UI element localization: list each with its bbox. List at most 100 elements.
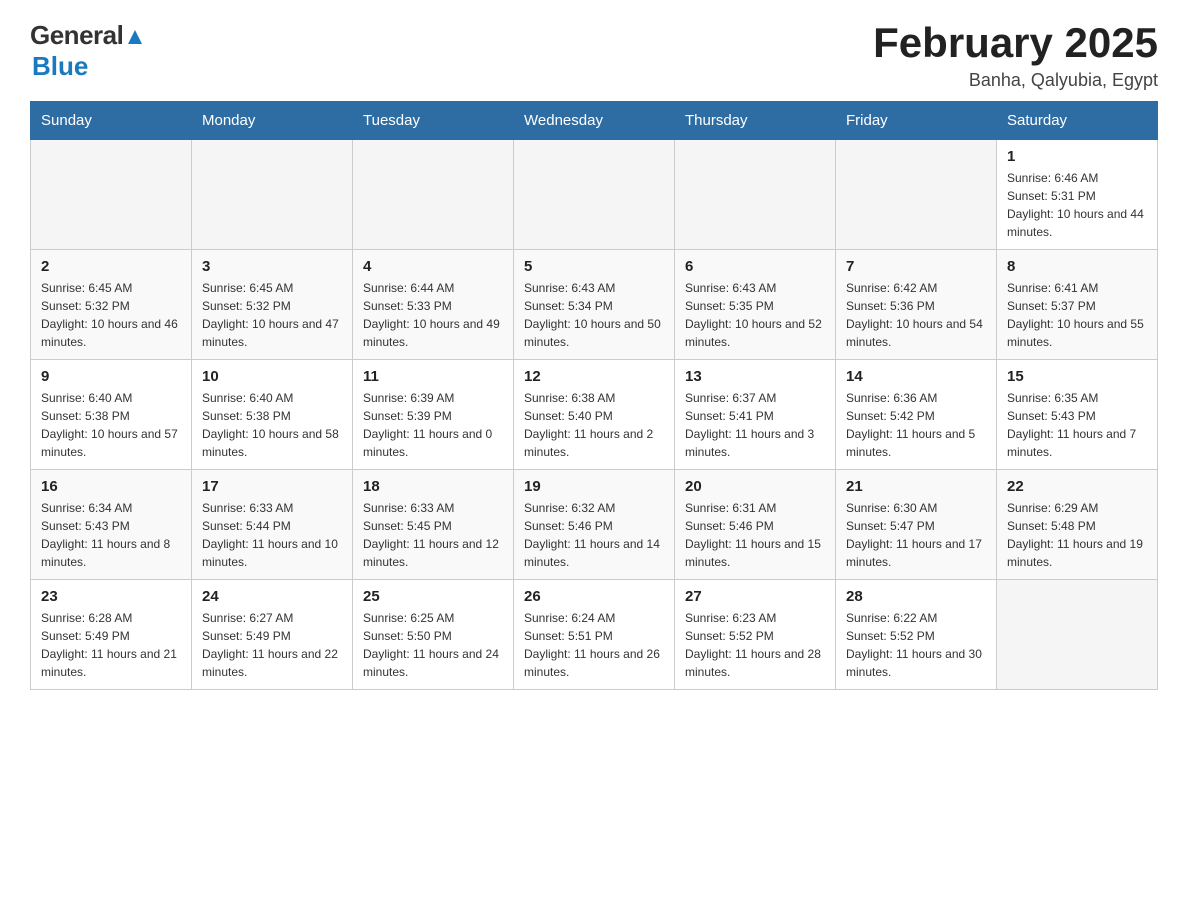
- day-info: Sunrise: 6:35 AMSunset: 5:43 PMDaylight:…: [1007, 389, 1147, 461]
- day-info: Sunrise: 6:34 AMSunset: 5:43 PMDaylight:…: [41, 499, 181, 571]
- day-of-week-header: Monday: [192, 102, 353, 140]
- calendar-week-row: 1 Sunrise: 6:46 AMSunset: 5:31 PMDaylight…: [31, 140, 1158, 250]
- calendar-cell: 15 Sunrise: 6:35 AMSunset: 5:43 PMDayligh…: [997, 360, 1158, 470]
- day-number: 20: [685, 478, 825, 495]
- day-info: Sunrise: 6:28 AMSunset: 5:49 PMDaylight:…: [41, 609, 181, 681]
- calendar-cell: 6Sunrise: 6:43 AMSunset: 5:35 PMDaylight…: [675, 250, 836, 360]
- day-number: 4: [363, 258, 503, 275]
- day-number: 6: [685, 258, 825, 275]
- day-number: 17: [202, 478, 342, 495]
- day-info: Sunrise: 6:40 AMSunset: 5:38 PMDaylight:…: [202, 389, 342, 461]
- logo-general-text: General: [30, 20, 123, 51]
- calendar-header-row: SundayMondayTuesdayWednesdayThursdayFrid…: [31, 102, 1158, 140]
- calendar-cell: 7 Sunrise: 6:42 AMSunset: 5:36 PMDaylight…: [836, 250, 997, 360]
- page-header: General Blue February 2025 Banha, Qalyub…: [30, 20, 1158, 91]
- calendar-cell: 21Sunrise: 6:30 AMSunset: 5:47 PMDayligh…: [836, 470, 997, 580]
- logo-triangle-icon: [124, 26, 146, 48]
- day-info: Sunrise: 6:45 AMSunset: 5:32 PMDaylight:…: [41, 279, 181, 351]
- day-number: 26: [524, 588, 664, 605]
- calendar-title: February 2025: [873, 20, 1158, 66]
- day-number: 13: [685, 368, 825, 385]
- calendar-cell: 1 Sunrise: 6:46 AMSunset: 5:31 PMDaylight…: [997, 140, 1158, 250]
- day-number: 27: [685, 588, 825, 605]
- calendar-week-row: 2 Sunrise: 6:45 AMSunset: 5:32 PMDaylight…: [31, 250, 1158, 360]
- day-of-week-header: Thursday: [675, 102, 836, 140]
- day-info: Sunrise: 6:46 AMSunset: 5:31 PMDaylight:…: [1007, 169, 1147, 241]
- calendar-cell: 16 Sunrise: 6:34 AMSunset: 5:43 PMDayligh…: [31, 470, 192, 580]
- calendar-cell: [192, 140, 353, 250]
- calendar-cell: 28 Sunrise: 6:22 AMSunset: 5:52 PMDayligh…: [836, 580, 997, 690]
- day-number: 12: [524, 368, 664, 385]
- day-number: 7: [846, 258, 986, 275]
- day-number: 25: [363, 588, 503, 605]
- day-info: Sunrise: 6:37 AMSunset: 5:41 PMDaylight:…: [685, 389, 825, 461]
- day-of-week-header: Tuesday: [353, 102, 514, 140]
- calendar-cell: 18Sunrise: 6:33 AMSunset: 5:45 PMDayligh…: [353, 470, 514, 580]
- calendar-cell: 2 Sunrise: 6:45 AMSunset: 5:32 PMDaylight…: [31, 250, 192, 360]
- calendar-cell: 23Sunrise: 6:28 AMSunset: 5:49 PMDayligh…: [31, 580, 192, 690]
- day-number: 19: [524, 478, 664, 495]
- day-info: Sunrise: 6:22 AMSunset: 5:52 PMDaylight:…: [846, 609, 986, 681]
- day-info: Sunrise: 6:44 AMSunset: 5:33 PMDaylight:…: [363, 279, 503, 351]
- calendar-cell: 10Sunrise: 6:40 AMSunset: 5:38 PMDayligh…: [192, 360, 353, 470]
- day-number: 3: [202, 258, 342, 275]
- calendar-cell: [997, 580, 1158, 690]
- day-info: Sunrise: 6:36 AMSunset: 5:42 PMDaylight:…: [846, 389, 986, 461]
- calendar-cell: 9 Sunrise: 6:40 AMSunset: 5:38 PMDaylight…: [31, 360, 192, 470]
- calendar-week-row: 9 Sunrise: 6:40 AMSunset: 5:38 PMDaylight…: [31, 360, 1158, 470]
- day-number: 22: [1007, 478, 1147, 495]
- calendar-table: SundayMondayTuesdayWednesdayThursdayFrid…: [30, 101, 1158, 690]
- day-of-week-header: Friday: [836, 102, 997, 140]
- day-info: Sunrise: 6:31 AMSunset: 5:46 PMDaylight:…: [685, 499, 825, 571]
- calendar-cell: 22Sunrise: 6:29 AMSunset: 5:48 PMDayligh…: [997, 470, 1158, 580]
- day-info: Sunrise: 6:23 AMSunset: 5:52 PMDaylight:…: [685, 609, 825, 681]
- day-info: Sunrise: 6:41 AMSunset: 5:37 PMDaylight:…: [1007, 279, 1147, 351]
- calendar-cell: 20 Sunrise: 6:31 AMSunset: 5:46 PMDayligh…: [675, 470, 836, 580]
- calendar-cell: 4 Sunrise: 6:44 AMSunset: 5:33 PMDaylight…: [353, 250, 514, 360]
- day-number: 9: [41, 368, 181, 385]
- day-number: 18: [363, 478, 503, 495]
- day-info: Sunrise: 6:40 AMSunset: 5:38 PMDaylight:…: [41, 389, 181, 461]
- day-number: 16: [41, 478, 181, 495]
- logo-blue-text: Blue: [32, 51, 88, 81]
- calendar-cell: 26 Sunrise: 6:24 AMSunset: 5:51 PMDayligh…: [514, 580, 675, 690]
- calendar-cell: 3 Sunrise: 6:45 AMSunset: 5:32 PMDaylight…: [192, 250, 353, 360]
- day-info: Sunrise: 6:42 AMSunset: 5:36 PMDaylight:…: [846, 279, 986, 351]
- day-info: Sunrise: 6:45 AMSunset: 5:32 PMDaylight:…: [202, 279, 342, 351]
- day-info: Sunrise: 6:24 AMSunset: 5:51 PMDaylight:…: [524, 609, 664, 681]
- day-number: 2: [41, 258, 181, 275]
- calendar-cell: 13 Sunrise: 6:37 AMSunset: 5:41 PMDayligh…: [675, 360, 836, 470]
- calendar-cell: 27 Sunrise: 6:23 AMSunset: 5:52 PMDayligh…: [675, 580, 836, 690]
- day-info: Sunrise: 6:25 AMSunset: 5:50 PMDaylight:…: [363, 609, 503, 681]
- day-number: 8: [1007, 258, 1147, 275]
- day-number: 5: [524, 258, 664, 275]
- day-number: 15: [1007, 368, 1147, 385]
- day-of-week-header: Saturday: [997, 102, 1158, 140]
- calendar-cell: [31, 140, 192, 250]
- day-number: 1: [1007, 148, 1147, 165]
- day-info: Sunrise: 6:33 AMSunset: 5:44 PMDaylight:…: [202, 499, 342, 571]
- day-of-week-header: Wednesday: [514, 102, 675, 140]
- calendar-cell: [514, 140, 675, 250]
- calendar-cell: 17 Sunrise: 6:33 AMSunset: 5:44 PMDayligh…: [192, 470, 353, 580]
- day-info: Sunrise: 6:27 AMSunset: 5:49 PMDaylight:…: [202, 609, 342, 681]
- calendar-cell: [836, 140, 997, 250]
- calendar-cell: 12 Sunrise: 6:38 AMSunset: 5:40 PMDayligh…: [514, 360, 675, 470]
- calendar-cell: 5 Sunrise: 6:43 AMSunset: 5:34 PMDaylight…: [514, 250, 675, 360]
- day-number: 28: [846, 588, 986, 605]
- calendar-cell: 11 Sunrise: 6:39 AMSunset: 5:39 PMDayligh…: [353, 360, 514, 470]
- calendar-cell: 8 Sunrise: 6:41 AMSunset: 5:37 PMDaylight…: [997, 250, 1158, 360]
- calendar-cell: [353, 140, 514, 250]
- day-number: 24: [202, 588, 342, 605]
- day-info: Sunrise: 6:39 AMSunset: 5:39 PMDaylight:…: [363, 389, 503, 461]
- day-number: 14: [846, 368, 986, 385]
- day-number: 11: [363, 368, 503, 385]
- calendar-cell: 14 Sunrise: 6:36 AMSunset: 5:42 PMDayligh…: [836, 360, 997, 470]
- calendar-cell: [675, 140, 836, 250]
- day-info: Sunrise: 6:43 AMSunset: 5:34 PMDaylight:…: [524, 279, 664, 351]
- calendar-week-row: 23Sunrise: 6:28 AMSunset: 5:49 PMDayligh…: [31, 580, 1158, 690]
- calendar-subtitle: Banha, Qalyubia, Egypt: [873, 70, 1158, 91]
- calendar-cell: 25 Sunrise: 6:25 AMSunset: 5:50 PMDayligh…: [353, 580, 514, 690]
- day-info: Sunrise: 6:38 AMSunset: 5:40 PMDaylight:…: [524, 389, 664, 461]
- day-number: 21: [846, 478, 986, 495]
